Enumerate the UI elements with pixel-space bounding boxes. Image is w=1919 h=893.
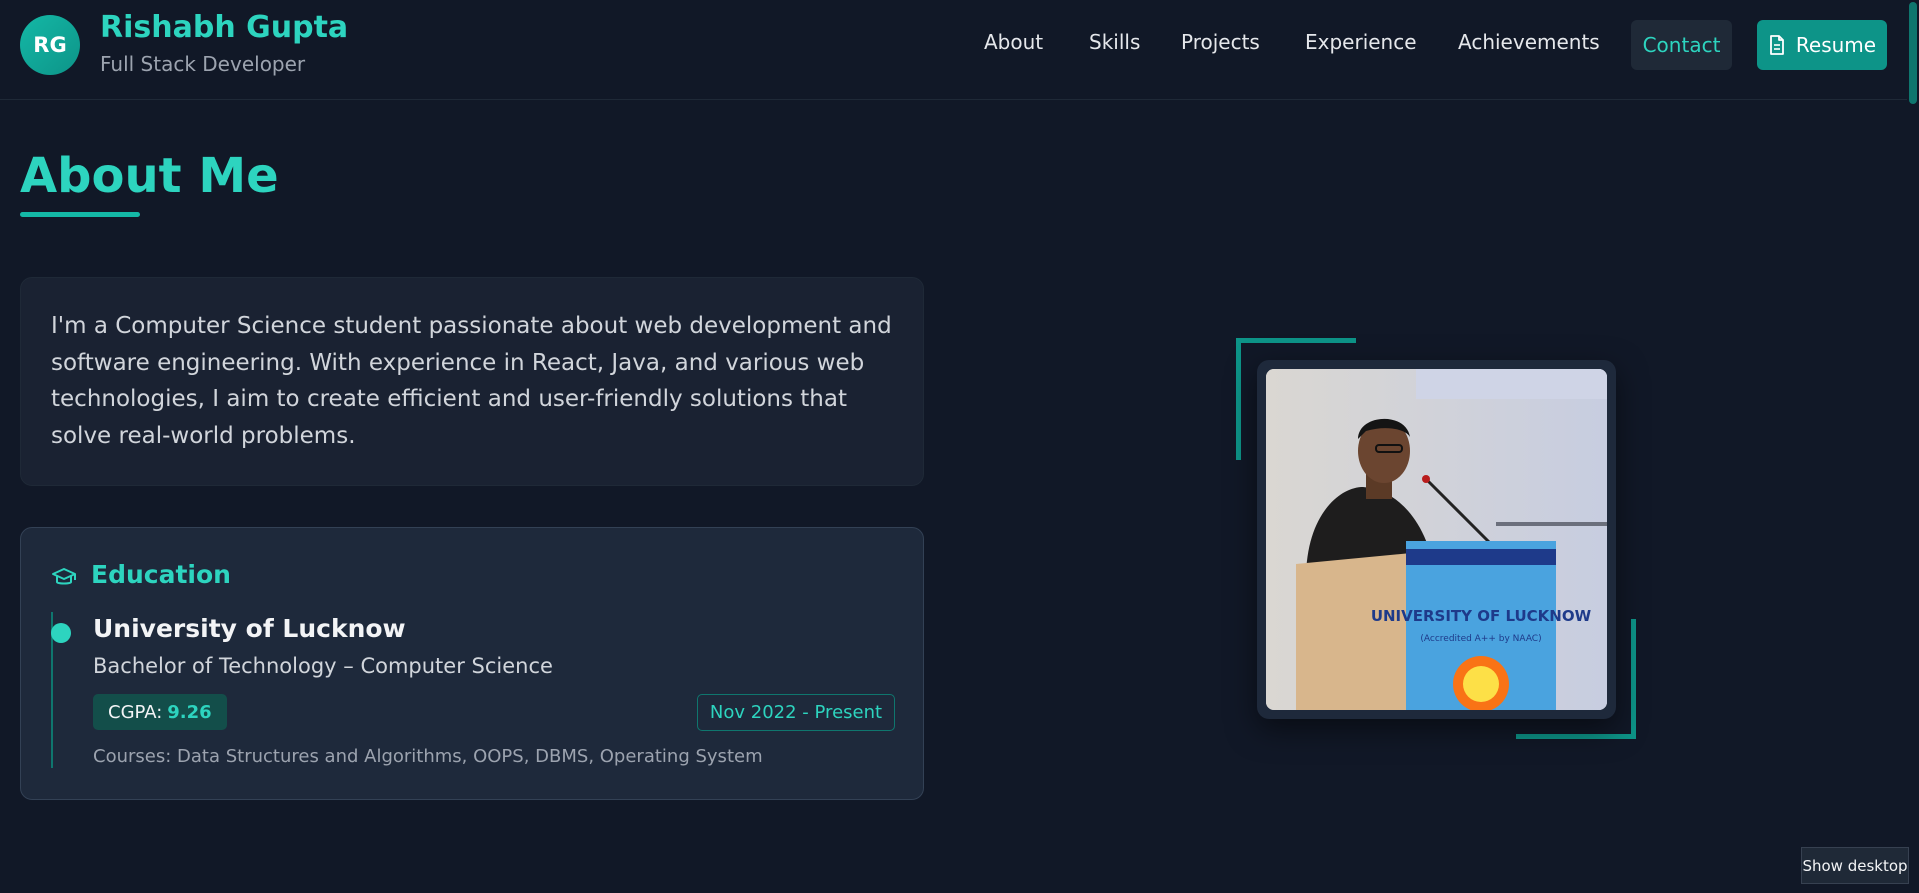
site-header: RG Rishabh Gupta Full Stack Developer Ab… [0, 0, 1919, 100]
graduation-cap-icon [52, 568, 76, 585]
nav-contact-label: Contact [1642, 33, 1721, 57]
nav-skills[interactable]: Skills [1089, 30, 1140, 54]
duration-badge: Nov 2022 - Present [697, 694, 895, 731]
cgpa-badge: CGPA: 9.26 [93, 694, 227, 730]
cgpa-label: CGPA: [108, 701, 163, 723]
education-card: Education University of Lucknow Bachelor… [20, 527, 924, 800]
document-icon [1770, 35, 1784, 55]
photo-corner-top-horizontal [1236, 338, 1356, 343]
nav-achievements[interactable]: Achievements [1458, 30, 1600, 54]
nav-contact[interactable]: Contact [1631, 20, 1732, 70]
education-heading: Education [91, 560, 231, 589]
podium-text-line2: (Accredited A++ by NAAC) [1420, 634, 1541, 644]
profile-photo: UNIVERSITY OF LUCKNOW (Accredited A++ by… [1266, 369, 1607, 710]
about-section-title: About Me [20, 148, 279, 204]
page-scrollbar-thumb[interactable] [1909, 2, 1917, 104]
photo-corner-bottom-vertical [1631, 619, 1636, 739]
timeline-dot [51, 623, 71, 643]
about-bio-card: I'm a Computer Science student passionat… [20, 277, 924, 486]
brand-subtitle: Full Stack Developer [100, 52, 306, 76]
nav-projects[interactable]: Projects [1181, 30, 1260, 54]
degree-name: Bachelor of Technology – Computer Scienc… [93, 654, 553, 678]
cgpa-value: 9.26 [167, 701, 212, 723]
title-underline [20, 212, 140, 217]
logo-avatar[interactable]: RG [20, 15, 80, 75]
brand-name[interactable]: Rishabh Gupta [100, 10, 348, 45]
podium-text-line1: UNIVERSITY OF LUCKNOW [1371, 607, 1592, 625]
nav-experience[interactable]: Experience [1305, 30, 1417, 54]
photo-corner-bottom-horizontal [1516, 734, 1636, 739]
courses-text: Courses: Data Structures and Algorithms,… [93, 746, 763, 767]
show-desktop-tooltip: Show desktop [1801, 847, 1909, 884]
page-scrollbar-track[interactable] [1907, 0, 1919, 893]
institution-name: University of Lucknow [93, 614, 406, 643]
nav-about[interactable]: About [984, 30, 1043, 54]
resume-label: Resume [1795, 33, 1877, 57]
resume-button[interactable]: Resume [1757, 20, 1887, 70]
about-bio-text: I'm a Computer Science student passionat… [51, 313, 892, 449]
speaker-photo-illustration: UNIVERSITY OF LUCKNOW (Accredited A++ by… [1266, 369, 1607, 710]
photo-corner-top-vertical [1236, 338, 1241, 460]
